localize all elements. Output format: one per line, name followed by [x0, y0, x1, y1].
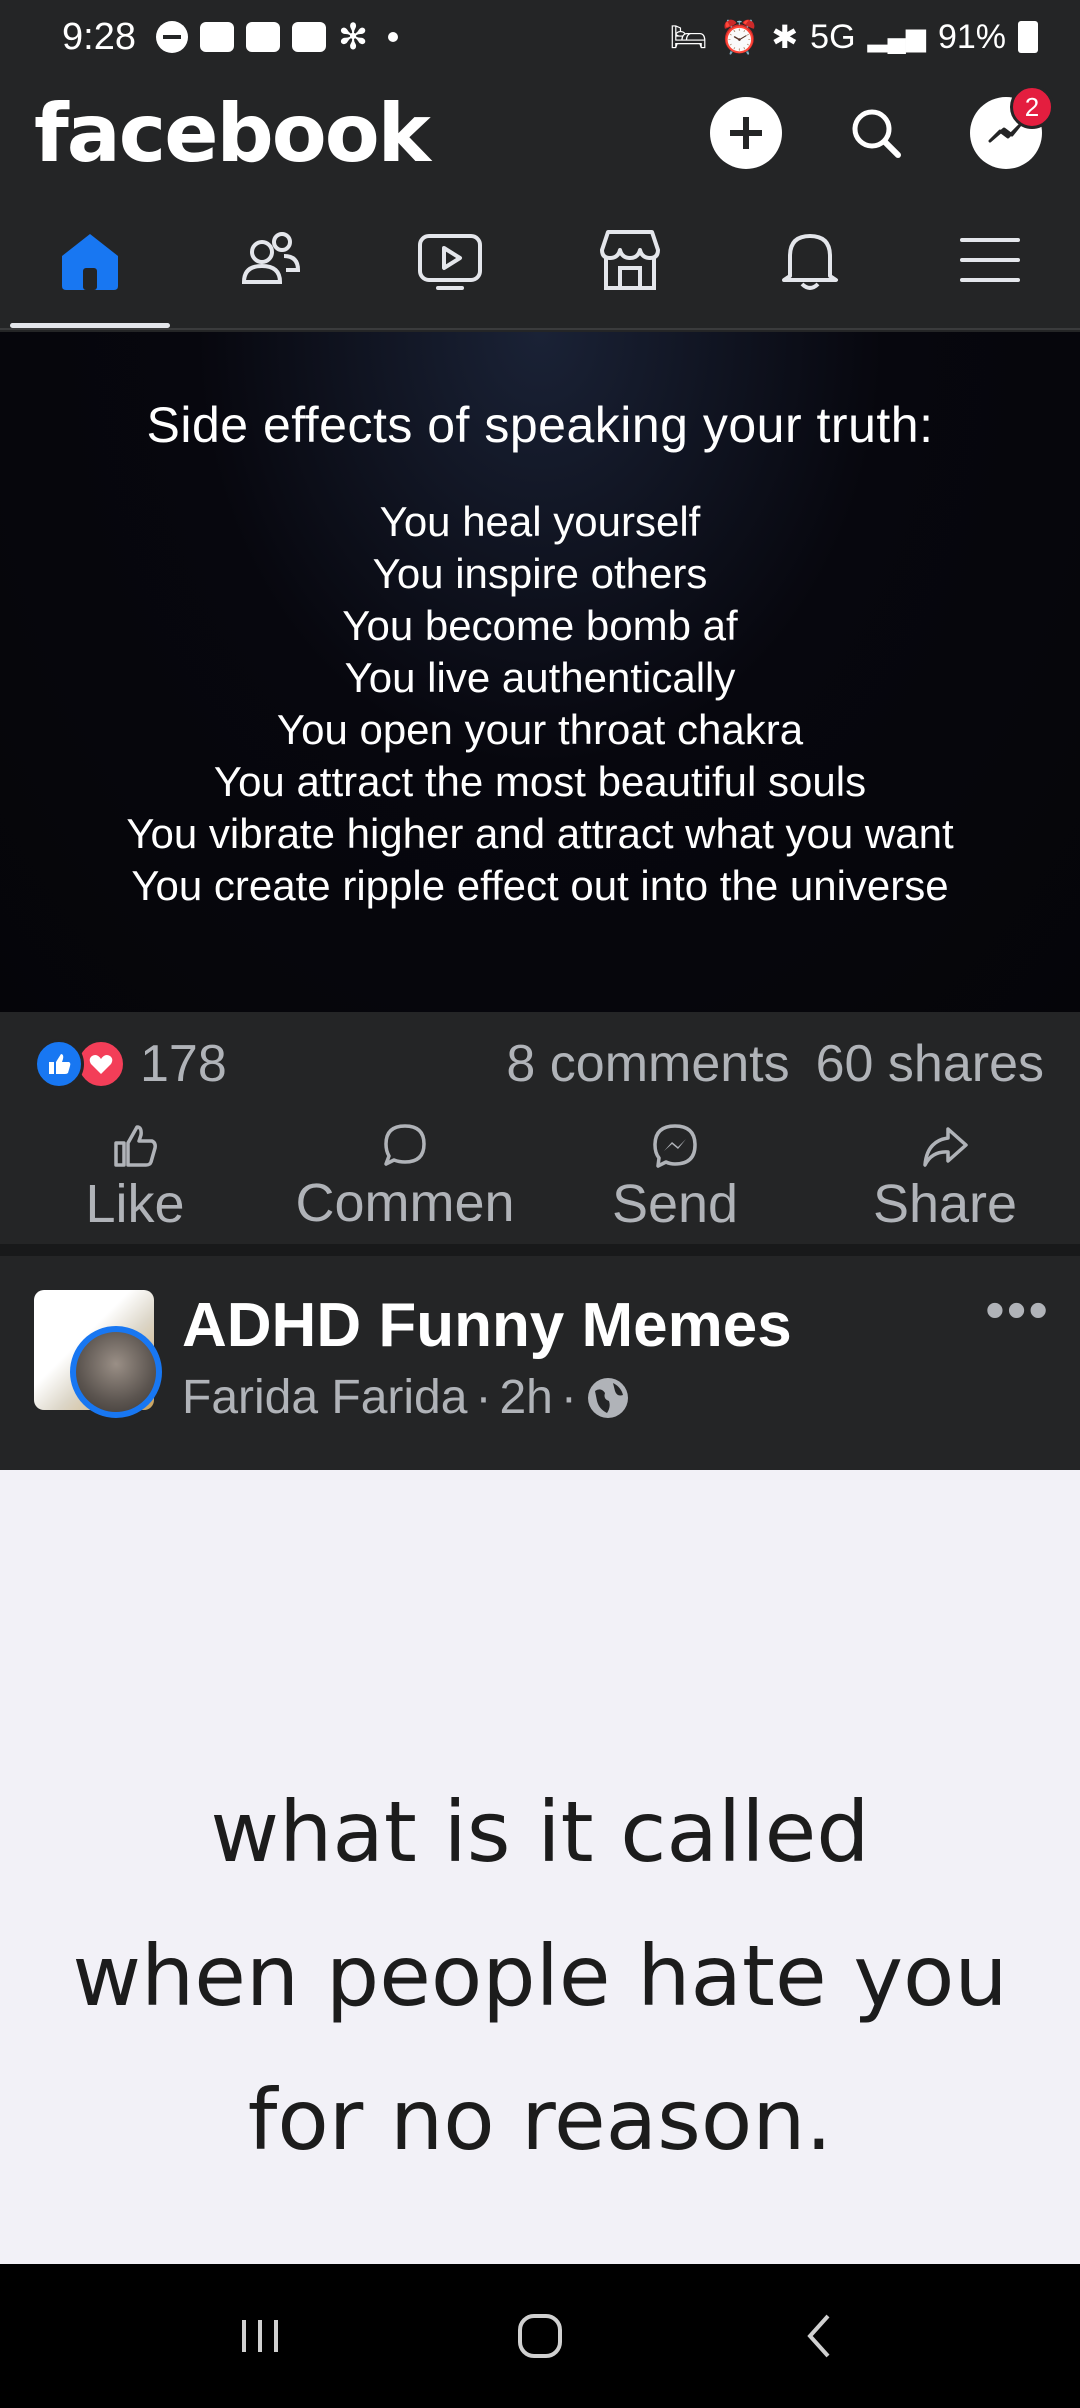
share-button[interactable]: Share — [810, 1114, 1080, 1242]
post-meta: Farida Farida · 2h · — [182, 1370, 985, 1425]
video-icon — [418, 234, 482, 290]
image-title: Side effects of speaking your truth: — [146, 397, 934, 453]
group-avatar[interactable] — [34, 1290, 162, 1418]
notification-dot-icon — [388, 32, 399, 42]
comments-count-link[interactable]: 8 comments — [506, 1034, 789, 1094]
main-tab-bar — [0, 192, 1080, 330]
create-button[interactable] — [710, 97, 782, 169]
battery-icon — [1018, 21, 1038, 53]
signal-icon: ▂▄▆ — [867, 21, 926, 52]
system-nav-bar — [0, 2264, 1080, 2408]
tab-home[interactable] — [0, 192, 180, 328]
more-options-button[interactable]: ••• — [985, 1282, 1050, 1470]
search-icon — [852, 109, 901, 158]
comment-label: Commen — [295, 1173, 515, 1233]
comment-icon — [384, 1124, 426, 1166]
image-line: You heal yourself — [379, 498, 701, 545]
hamburger-menu-icon — [960, 238, 1020, 282]
post-image[interactable]: Side effects of speaking your truth: You… — [0, 332, 1080, 1012]
comment-button[interactable]: Commen — [270, 1114, 540, 1242]
recent-apps-icon[interactable] — [230, 2306, 290, 2366]
post-time[interactable]: 2h — [499, 1370, 552, 1425]
post-image[interactable]: what is it called when people hate you f… — [0, 1470, 1080, 2264]
image-line: You live authentically — [344, 654, 736, 701]
like-label: Like — [85, 1174, 185, 1234]
share-arrow-icon — [923, 1127, 968, 1167]
image-line: You inspire others — [372, 550, 708, 597]
globe-icon — [587, 1377, 628, 1418]
tab-menu[interactable] — [900, 192, 1080, 328]
battery-percent: 91% — [937, 17, 1006, 56]
meta-separator: · — [560, 1371, 577, 1424]
sleep-icon: 🛏 — [669, 20, 708, 54]
messenger-badge: 2 — [1010, 85, 1054, 129]
tab-video[interactable] — [360, 192, 540, 328]
feed-divider — [0, 1244, 1080, 1256]
youtube-icon — [245, 22, 280, 52]
app-header: facebook 2 — [0, 74, 1080, 192]
like-reaction-icon — [34, 1039, 84, 1089]
image-line: You create ripple effect out into the un… — [131, 862, 949, 909]
status-bar: 9:28 ✻ 🛏 ⏰ ✱ 5G ▂▄▆ 91% — [0, 0, 1080, 74]
friends-icon — [241, 232, 301, 284]
bell-icon — [782, 234, 838, 290]
messenger-send-icon — [653, 1124, 697, 1168]
tab-friends[interactable] — [180, 192, 360, 328]
image-line: when people hate you — [72, 1927, 1008, 2025]
network-label: 5G — [810, 17, 856, 56]
image-line: You vibrate higher and attract what you … — [126, 810, 954, 857]
messenger-button[interactable]: 2 — [970, 85, 1054, 169]
tab-notifications[interactable] — [720, 192, 900, 328]
image-line: for no reason. — [247, 2071, 833, 2169]
bluetooth-icon: ✱ — [771, 19, 799, 55]
like-button[interactable]: Like — [0, 1114, 270, 1242]
facebook-logo[interactable]: facebook — [34, 87, 431, 180]
folder-icon — [291, 22, 326, 52]
send-label: Send — [611, 1174, 739, 1234]
search-button[interactable] — [840, 97, 912, 169]
shares-count-link[interactable]: 60 shares — [816, 1034, 1044, 1094]
back-icon[interactable] — [790, 2306, 850, 2366]
image-line: You open your throat chakra — [276, 706, 804, 753]
plus-icon — [730, 117, 762, 149]
share-label: Share — [872, 1174, 1018, 1234]
post-actions: Like Commen Send Share — [0, 1114, 1080, 1242]
tab-marketplace[interactable] — [540, 192, 720, 328]
image-line: You become bomb af — [342, 602, 738, 649]
home-button-icon[interactable] — [510, 2306, 570, 2366]
image-text: You heal yourself You inspire others You… — [0, 496, 1080, 912]
flower-icon: ✻ — [337, 16, 369, 57]
reaction-count-link[interactable]: 178 — [34, 1034, 227, 1094]
meta-separator: · — [475, 1371, 492, 1424]
home-icon — [62, 234, 118, 290]
author-name[interactable]: Farida Farida — [182, 1370, 467, 1425]
marketplace-icon — [600, 230, 660, 290]
youtube-icon — [199, 22, 234, 52]
image-line: what is it called — [210, 1783, 870, 1881]
image-line: You attract the most beautiful souls — [213, 758, 867, 805]
author-avatar[interactable] — [70, 1326, 162, 1418]
reactions-summary: 178 8 comments 60 shares — [0, 1014, 1080, 1114]
reaction-count: 178 — [140, 1035, 227, 1093]
image-text: what is it called when people hate you f… — [0, 1470, 1080, 2192]
alarm-icon: ⏰ — [719, 19, 760, 55]
dnd-icon — [155, 21, 188, 53]
status-time: 9:28 — [62, 15, 136, 58]
send-button[interactable]: Send — [540, 1114, 810, 1242]
thumbs-up-icon — [114, 1125, 157, 1167]
post-header: ADHD Funny Memes Farida Farida · 2h · ••… — [0, 1256, 1080, 1470]
group-name[interactable]: ADHD Funny Memes — [182, 1290, 985, 1362]
